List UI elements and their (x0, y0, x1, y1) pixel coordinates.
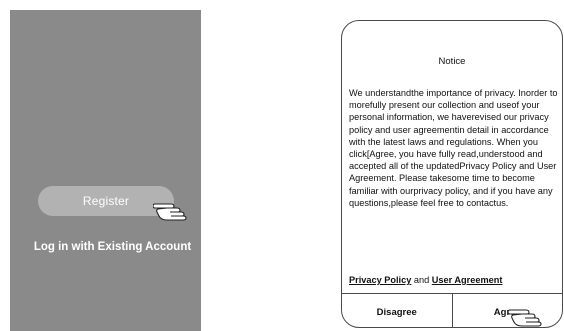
pointing-hand-icon (153, 198, 189, 222)
policy-links: Privacy Policy and User Agreement (349, 275, 502, 285)
disagree-label: Disagree (376, 306, 417, 318)
privacy-notice-dialog: Notice We understandthe importance of pr… (341, 20, 563, 328)
welcome-screen: Register Log in with Existing Account (10, 10, 201, 331)
dialog-title: Notice (438, 56, 466, 67)
user-agreement-link[interactable]: User Agreement (432, 275, 503, 285)
register-label: Register (82, 194, 130, 208)
pointing-hand-icon (508, 304, 544, 328)
and-text: and (413, 275, 430, 285)
dialog-body-text: We understandthe importance of privacy. … (349, 88, 558, 208)
disagree-button[interactable]: Disagree (342, 294, 452, 327)
stage: Register Log in with Existing Account No… (0, 0, 564, 331)
privacy-policy-link[interactable]: Privacy Policy (349, 275, 411, 285)
login-existing-account-link[interactable]: Log in with Existing Account (10, 241, 215, 253)
